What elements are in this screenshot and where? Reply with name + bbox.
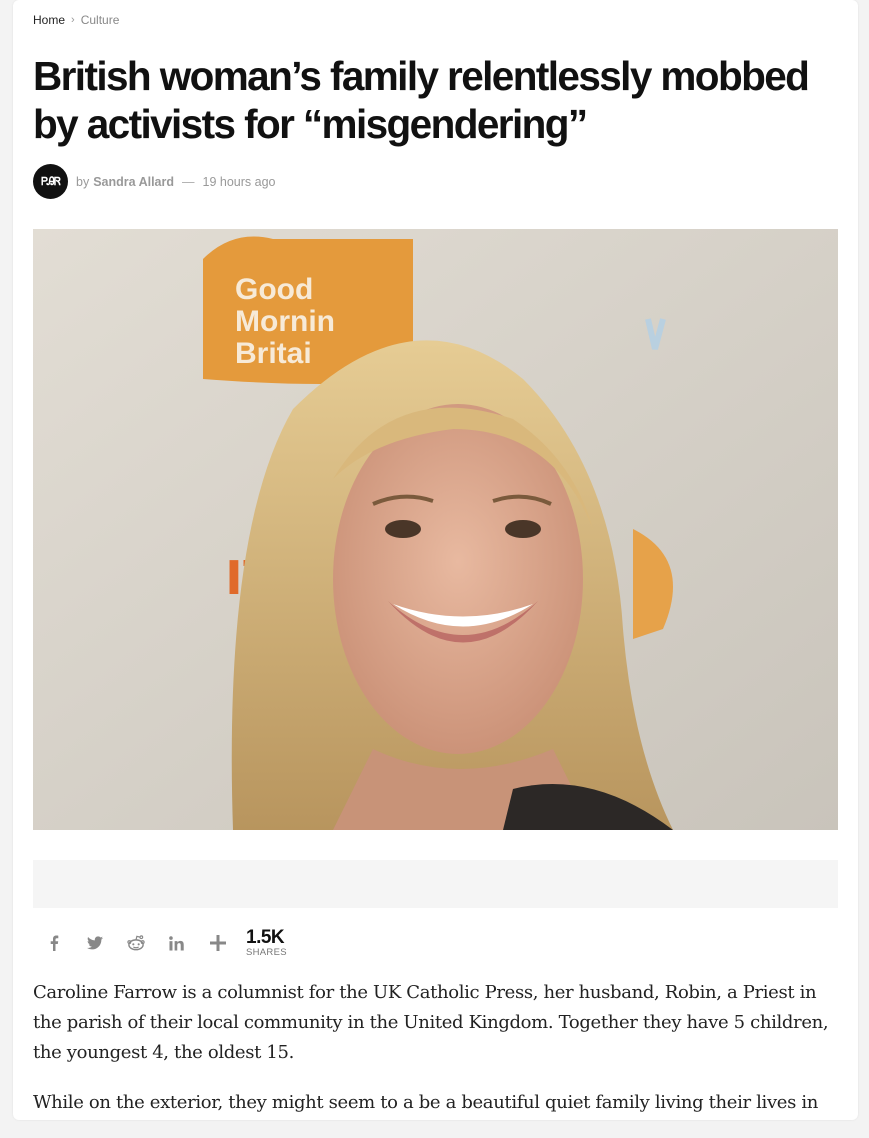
publish-time: 19 hours ago — [202, 174, 276, 189]
breadcrumb-category-link[interactable]: Culture — [81, 13, 120, 27]
plus-icon — [209, 935, 226, 951]
share-bar: 1.5K SHARES — [33, 925, 287, 961]
author-link[interactable]: Sandra Allard — [93, 175, 174, 189]
avatar-logo-text: ᏢᎯᏒ — [41, 174, 61, 188]
hero-sign-line-2: Mornin — [235, 305, 335, 338]
breadcrumb: Home › Culture — [33, 13, 119, 27]
breadcrumb-home-link[interactable]: Home — [33, 13, 65, 27]
hero-sign-line-1: Good — [235, 273, 313, 306]
share-count: 1.5K SHARES — [246, 928, 287, 959]
ad-placeholder — [33, 860, 838, 908]
reddit-icon — [126, 935, 145, 951]
share-facebook-button[interactable] — [33, 925, 74, 961]
linkedin-icon — [169, 935, 184, 951]
body-paragraph: While on the exterior, they might seem t… — [33, 1092, 818, 1113]
share-count-label: SHARES — [246, 946, 287, 958]
hero-image: Good Mornin Britai ıt — [33, 229, 838, 830]
body-paragraph: Caroline Farrow is a columnist for the U… — [33, 982, 829, 1063]
facebook-icon — [50, 935, 58, 951]
meta-separator: — — [182, 174, 195, 189]
twitter-icon — [86, 936, 103, 950]
author-avatar[interactable]: ᏢᎯᏒ — [33, 164, 68, 199]
article-title: British woman’s family relentlessly mobb… — [33, 53, 810, 147]
article-meta: ᏢᎯᏒ by Sandra Allard — 19 hours ago — [33, 164, 276, 199]
article-body: Caroline Farrow is a columnist for the U… — [33, 978, 843, 1138]
share-count-number: 1.5K — [246, 926, 285, 948]
share-more-button[interactable] — [197, 925, 238, 961]
share-linkedin-button[interactable] — [156, 925, 197, 961]
share-reddit-button[interactable] — [115, 925, 156, 961]
hero-sign-line-3: Britai — [235, 337, 312, 370]
share-twitter-button[interactable] — [74, 925, 115, 961]
chevron-right-icon: › — [71, 14, 75, 26]
byline-prefix: by — [76, 174, 90, 189]
